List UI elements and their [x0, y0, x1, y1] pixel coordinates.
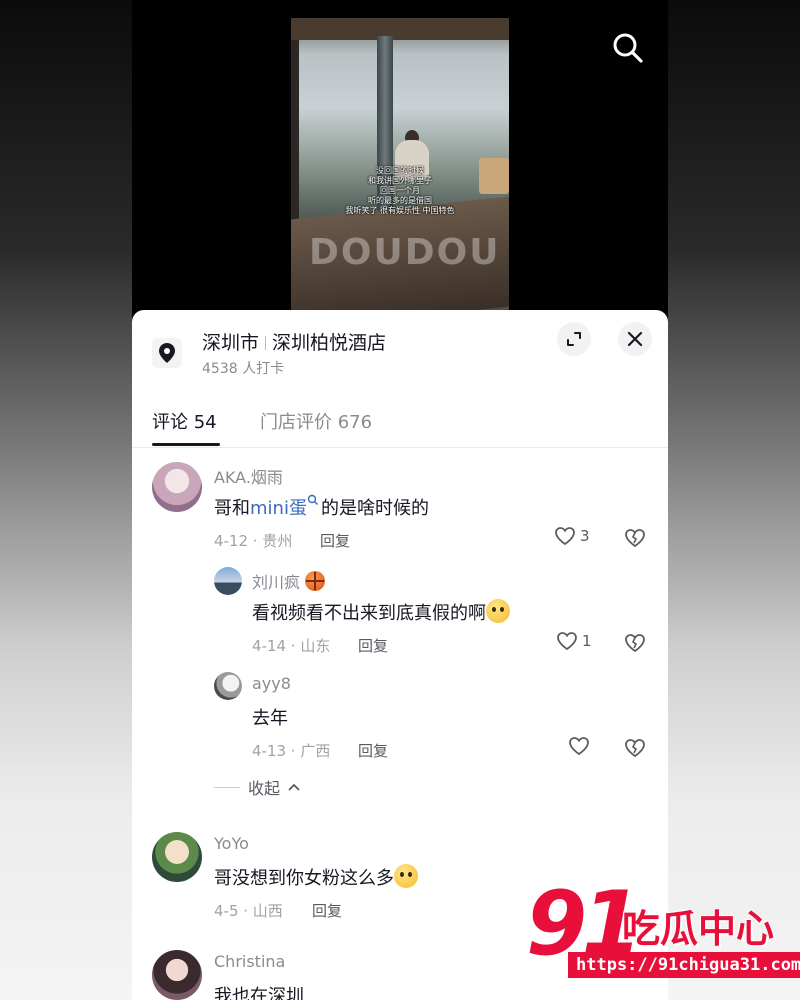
reply-button[interactable]: 回复 — [312, 900, 342, 921]
expand-icon — [567, 332, 581, 346]
heart-icon — [557, 632, 577, 651]
comment-username[interactable]: YoYo — [214, 834, 249, 853]
basketball-emoji-icon — [305, 571, 326, 591]
avatar[interactable] — [214, 567, 242, 595]
divider-line — [214, 786, 240, 788]
dislike-button[interactable] — [624, 633, 646, 657]
brand-url: https://91chigua31.com — [568, 952, 800, 978]
site-watermark: 91 吃瓜中心 https://91chigua31.com — [526, 880, 800, 990]
broken-heart-icon — [625, 634, 645, 653]
location-place: 深圳柏悦酒店 — [272, 332, 387, 354]
reply-item: ayy8 去年 4-13 · 广西 回复 — [132, 670, 668, 770]
reply-username[interactable]: ayy8 — [252, 674, 291, 693]
heart-icon — [569, 737, 589, 756]
checkin-count: 4538 人打卡 — [202, 361, 285, 377]
title-divider — [265, 336, 267, 350]
reply-text-part: 看视频看不出来到底真假的啊 — [252, 603, 486, 624]
reply-username-text: 刘川疯 — [252, 573, 301, 592]
avatar[interactable] — [214, 672, 242, 700]
comment-username[interactable]: Christina — [214, 952, 285, 971]
location-title[interactable]: 深圳市 深圳柏悦酒店 — [202, 328, 386, 355]
reply-username[interactable]: 刘川疯 — [252, 569, 326, 593]
reply-button[interactable]: 回复 — [358, 740, 388, 761]
close-icon — [627, 331, 643, 347]
caption-line: 和我讲国外哪里子 — [368, 176, 432, 185]
broken-heart-icon — [625, 739, 645, 758]
tab-bar: 评论 54 门店评价 676 — [132, 400, 668, 448]
like-button[interactable]: 1 — [556, 631, 592, 651]
comment-meta: 4-5 · 山西 — [214, 902, 283, 920]
caption-line: 回国一个月 — [380, 186, 420, 195]
reply-text: 看视频看不出来到底真假的啊 — [252, 599, 510, 625]
comment-text-part: 哥和 — [214, 498, 250, 519]
expand-button[interactable] — [557, 322, 591, 356]
video-watermark: DOUDOU — [309, 232, 501, 273]
chevron-up-icon — [288, 783, 300, 791]
location-city: 深圳市 — [202, 332, 260, 354]
avatar[interactable] — [152, 950, 202, 1000]
like-button[interactable]: 3 — [554, 526, 590, 546]
phone-screen: 没回国的时候 和我讲国外哪里子 回国一个月 听的最多的是借国 我听笑了 很有娱乐… — [132, 0, 668, 1000]
reply-text: 去年 — [252, 708, 288, 729]
reply-meta: 4-13 · 广西 — [252, 742, 331, 760]
caption-line: 听的最多的是借国 — [368, 196, 432, 205]
active-tab-indicator — [152, 443, 220, 446]
rolling-eyes-emoji-icon — [394, 864, 418, 888]
comment-text-part: 的是啥时候的 — [320, 498, 429, 519]
comment-search-link[interactable]: mini蛋 — [250, 498, 307, 519]
like-count: 3 — [580, 527, 590, 545]
video-captions: 没回国的时候 和我讲国外哪里子 回国一个月 听的最多的是借国 我听笑了 很有娱乐… — [291, 166, 509, 216]
comment-text: 我也在深圳 — [214, 986, 304, 1000]
location-pin-icon — [152, 338, 182, 368]
reply-button[interactable]: 回复 — [358, 635, 388, 656]
dislike-button[interactable] — [624, 738, 646, 762]
close-button[interactable] — [618, 322, 652, 356]
heart-icon — [555, 527, 575, 546]
avatar[interactable] — [152, 462, 202, 512]
comment-username[interactable]: AKA.烟雨 — [214, 464, 283, 488]
reply-button[interactable]: 回复 — [320, 530, 350, 551]
caption-line: 我听笑了 很有娱乐性 中国特色 — [345, 206, 455, 215]
collapse-label: 收起 — [248, 779, 281, 798]
broken-heart-icon — [625, 529, 645, 548]
like-count: 1 — [582, 632, 592, 650]
tab-comments[interactable]: 评论 54 — [152, 408, 217, 434]
thinking-emoji-icon — [486, 599, 510, 623]
collapse-replies-button[interactable]: 收起 — [214, 775, 300, 799]
comment-text-part: 哥没想到你女粉这么多 — [214, 868, 394, 889]
brand-name: 吃瓜中心 — [622, 907, 775, 951]
search-icon[interactable] — [610, 30, 646, 66]
reply-item: 刘川疯 看视频看不出来到底真假的啊 4-14 · 山东 回复 1 — [132, 565, 668, 665]
comment-meta: 4-12 · 贵州 — [214, 532, 293, 550]
search-icon — [307, 494, 318, 505]
avatar[interactable] — [152, 832, 202, 882]
like-button[interactable] — [568, 736, 590, 756]
reply-meta: 4-14 · 山东 — [252, 637, 331, 655]
tab-store-reviews[interactable]: 门店评价 676 — [260, 408, 372, 434]
video-player[interactable]: 没回国的时候 和我讲国外哪里子 回国一个月 听的最多的是借国 我听笑了 很有娱乐… — [291, 18, 509, 318]
dislike-button[interactable] — [624, 528, 646, 552]
window-frame — [291, 18, 509, 40]
comment-text: 哥和mini蛋 的是啥时候的 — [214, 494, 429, 520]
comment-item: AKA.烟雨 哥和mini蛋 的是啥时候的 4-12 · 贵州 回复 3 — [132, 460, 668, 560]
caption-line: 没回国的时候 — [376, 166, 424, 175]
comment-text: 哥没想到你女粉这么多 — [214, 864, 418, 890]
